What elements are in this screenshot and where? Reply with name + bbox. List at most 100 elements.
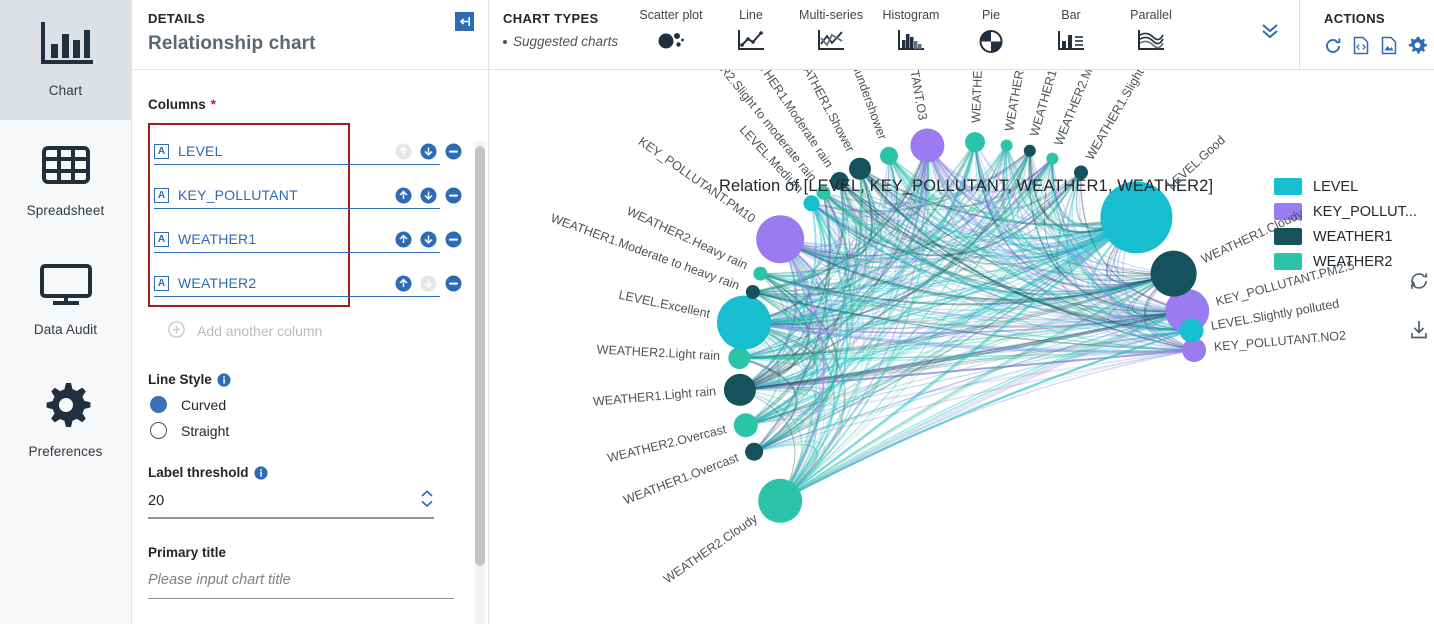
chart-node[interactable] bbox=[910, 128, 945, 163]
primary-title-placeholder: Please input chart title bbox=[148, 572, 291, 588]
chart-node[interactable] bbox=[756, 215, 805, 264]
legend-item[interactable]: LEVEL bbox=[1274, 178, 1417, 195]
pie-chart-icon bbox=[978, 29, 1004, 58]
stepper-up-icon bbox=[421, 490, 433, 497]
chart-node[interactable] bbox=[1179, 318, 1204, 343]
sidebar-item-chart[interactable]: Chart bbox=[0, 0, 131, 120]
chart-node[interactable] bbox=[733, 413, 758, 438]
column-row-actions bbox=[395, 143, 462, 160]
chevron-double-down-icon[interactable] bbox=[1259, 22, 1281, 45]
legend-item[interactable]: KEY_POLLUT... bbox=[1274, 203, 1417, 220]
column-row-actions bbox=[395, 187, 462, 204]
remove-column-button[interactable] bbox=[445, 143, 462, 160]
chart-type-line[interactable]: Line bbox=[711, 8, 791, 56]
legend-swatch bbox=[1274, 178, 1302, 195]
column-type-badge: A bbox=[154, 187, 169, 203]
page-title: Relationship chart bbox=[148, 33, 316, 54]
image-export-icon[interactable] bbox=[1380, 36, 1398, 60]
move-up-button[interactable] bbox=[395, 187, 412, 204]
chart-type-parallel[interactable]: Parallel bbox=[1111, 8, 1191, 56]
code-export-icon[interactable] bbox=[1352, 36, 1370, 60]
info-icon[interactable] bbox=[217, 372, 231, 387]
collapse-panel-icon[interactable] bbox=[455, 12, 474, 31]
primary-title-input[interactable]: Please input chart title bbox=[148, 569, 454, 599]
field-underline bbox=[154, 295, 440, 297]
chart-node[interactable] bbox=[1150, 250, 1197, 297]
download-icon[interactable] bbox=[1408, 319, 1430, 346]
refresh-icon[interactable] bbox=[1324, 37, 1342, 60]
move-up-button[interactable] bbox=[395, 275, 412, 292]
chart-node[interactable] bbox=[965, 132, 985, 153]
sidebar-item-preferences[interactable]: Preferences bbox=[0, 360, 131, 480]
gear-icon bbox=[41, 381, 91, 434]
chart-types-toolbar: CHART TYPES Suggested charts Scatter plo… bbox=[489, 0, 1434, 70]
line-style-option-straight[interactable]: Straight bbox=[150, 422, 472, 439]
sidebar-item-label: Chart bbox=[48, 83, 83, 98]
remove-column-button[interactable] bbox=[445, 275, 462, 292]
column-type-badge: A bbox=[154, 275, 169, 291]
remove-column-button[interactable] bbox=[445, 231, 462, 248]
primary-title-label-text: Primary title bbox=[148, 545, 227, 560]
left-nav-rail: Chart Spreadsheet Data Audit Preferences bbox=[0, 0, 132, 624]
columns-field-label: Columns * bbox=[148, 97, 472, 112]
chart-node[interactable] bbox=[880, 146, 898, 165]
columns-list: A LEVEL A KEY_POLLUTANT A WEATHER1 A WEA… bbox=[148, 123, 462, 307]
chart-type-histogram[interactable]: Histogram bbox=[871, 8, 951, 56]
scrollbar-thumb[interactable] bbox=[475, 146, 485, 566]
actions-panel: ACTIONS bbox=[1299, 0, 1434, 69]
sidebar-item-data-audit[interactable]: Data Audit bbox=[0, 240, 131, 360]
label-threshold-input[interactable]: 20 bbox=[148, 489, 434, 519]
move-down-button bbox=[420, 275, 437, 292]
gear-icon[interactable] bbox=[1408, 36, 1427, 60]
column-type-badge: A bbox=[154, 143, 169, 159]
chart-node[interactable] bbox=[745, 285, 760, 299]
details-scrollbar[interactable] bbox=[475, 141, 485, 624]
chart-types-title: CHART TYPES bbox=[503, 11, 599, 26]
chart-type-scatter-plot[interactable]: Scatter plot bbox=[631, 8, 711, 56]
required-asterisk: * bbox=[210, 97, 217, 112]
number-stepper[interactable] bbox=[420, 489, 434, 508]
reset-zoom-icon[interactable] bbox=[1408, 270, 1430, 297]
multi-series-icon bbox=[817, 29, 845, 56]
chart-node[interactable] bbox=[1046, 152, 1059, 165]
radio-indicator[interactable] bbox=[150, 396, 167, 413]
move-up-button[interactable] bbox=[395, 231, 412, 248]
remove-column-button[interactable] bbox=[445, 187, 462, 204]
chart-node[interactable] bbox=[717, 295, 771, 350]
add-another-column-button[interactable]: Add another column bbox=[168, 321, 472, 341]
chart-node[interactable] bbox=[745, 442, 764, 461]
move-down-button[interactable] bbox=[420, 231, 437, 248]
relationship-chart-canvas[interactable]: Relation of [LEVEL, KEY_POLLUTANT, WEATH… bbox=[489, 70, 1434, 624]
chart-type-label: Scatter plot bbox=[639, 8, 703, 22]
chart-side-actions bbox=[1408, 270, 1430, 346]
histogram-icon bbox=[897, 29, 925, 56]
column-row[interactable]: A WEATHER2 bbox=[150, 261, 462, 305]
legend-item[interactable]: WEATHER1 bbox=[1274, 228, 1417, 245]
chart-node[interactable] bbox=[758, 478, 803, 523]
chart-node[interactable] bbox=[723, 373, 756, 406]
radio-label: Curved bbox=[181, 396, 227, 413]
info-icon[interactable] bbox=[253, 465, 268, 480]
column-name: WEATHER2 bbox=[178, 275, 257, 291]
move-down-button[interactable] bbox=[420, 143, 437, 160]
details-panel: DETAILS Relationship chart Columns * A L bbox=[132, 0, 489, 624]
column-row[interactable]: A WEATHER1 bbox=[150, 217, 462, 261]
chart-node[interactable] bbox=[728, 347, 751, 370]
chart-node[interactable] bbox=[1023, 144, 1036, 157]
chart-type-pie[interactable]: Pie bbox=[951, 8, 1031, 58]
column-type-badge: A bbox=[154, 231, 169, 247]
stepper-down-icon bbox=[421, 500, 433, 508]
chart-type-multi-series[interactable]: Multi-series bbox=[791, 8, 871, 56]
column-row[interactable]: A LEVEL bbox=[150, 129, 462, 173]
sidebar-item-spreadsheet[interactable]: Spreadsheet bbox=[0, 120, 131, 240]
chart-type-bar[interactable]: Bar bbox=[1031, 8, 1111, 56]
move-down-button[interactable] bbox=[420, 187, 437, 204]
legend-item[interactable]: WEATHER2 bbox=[1274, 253, 1417, 270]
chart-node[interactable] bbox=[753, 266, 768, 281]
column-row[interactable]: A KEY_POLLUTANT bbox=[150, 173, 462, 217]
chart-node[interactable] bbox=[1000, 139, 1013, 152]
chart-node[interactable] bbox=[803, 195, 820, 212]
legend-label: WEATHER1 bbox=[1313, 228, 1393, 245]
line-style-option-curved[interactable]: Curved bbox=[150, 396, 472, 413]
radio-indicator[interactable] bbox=[150, 422, 167, 439]
